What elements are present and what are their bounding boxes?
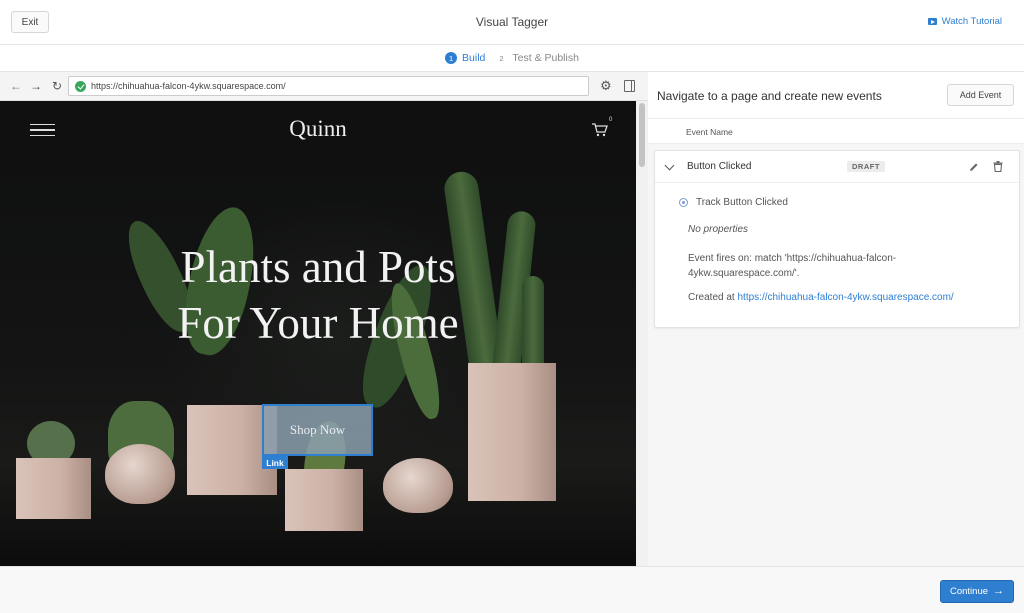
hamburger-menu-icon[interactable] — [30, 124, 55, 136]
event-fires-on-text: Event fires on: match 'https://chihuahua… — [688, 253, 897, 279]
continue-button[interactable]: Continue → — [940, 580, 1014, 603]
pencil-icon[interactable] — [969, 162, 979, 172]
secure-check-icon — [75, 80, 86, 92]
status-badge: DRAFT — [847, 161, 885, 172]
properties-text: No properties — [688, 224, 749, 235]
steps-bar: 1 Build 2 Test & Publish — [0, 45, 1024, 72]
watch-tutorial-label: Watch Tutorial — [941, 16, 1002, 27]
step-label: Build — [462, 52, 486, 64]
preview-scrollbar[interactable] — [636, 101, 648, 566]
scroll-thumb[interactable] — [639, 103, 645, 167]
cart-icon[interactable] — [591, 123, 608, 137]
exit-button[interactable]: Exit — [11, 11, 49, 33]
forward-arrow-icon[interactable]: → — [30, 79, 42, 93]
watch-tutorial-link[interactable]: Watch Tutorial — [927, 16, 1002, 27]
footer-bar: Continue → — [0, 566, 1024, 613]
top-bar: Exit Visual Tagger Watch Tutorial — [0, 0, 1024, 45]
reload-icon[interactable]: ↻ — [51, 79, 63, 93]
back-arrow-icon[interactable]: ← — [10, 79, 22, 93]
events-panel: Navigate to a page and create new events… — [648, 72, 1024, 566]
step-number: 2 — [499, 53, 504, 63]
video-icon — [927, 18, 937, 25]
track-label: Track Button Clicked — [696, 197, 788, 208]
add-event-button[interactable]: Add Event — [947, 84, 1014, 106]
app-title: Visual Tagger — [475, 15, 549, 29]
continue-label: Continue — [949, 586, 989, 597]
split-view-icon[interactable] — [624, 79, 635, 92]
gear-icon[interactable]: ⚙ — [600, 79, 613, 93]
arrow-right-icon: → — [993, 585, 1005, 597]
site-logo: Quinn — [289, 116, 347, 141]
created-at-text: Created at https://chihuahua-falcon-4ykw… — [688, 292, 954, 303]
chevron-down-icon[interactable] — [664, 160, 675, 171]
shop-now-button[interactable]: Shop Now — [262, 404, 373, 456]
events-column-header: Event Name — [648, 118, 1024, 144]
url-text: https://chihuahua-falcon-4ykw.squarespac… — [91, 81, 286, 91]
trash-icon[interactable] — [993, 161, 1003, 172]
card-divider — [655, 182, 1019, 183]
panel-header: Navigate to a page and create new events… — [648, 72, 1024, 118]
step-test-publish[interactable]: 2 Test & Publish — [495, 52, 579, 64]
event-name[interactable]: Button Clicked — [687, 161, 751, 172]
url-bar: ← → ↻ https://chihuahua-falcon-4ykw.squa… — [0, 72, 648, 101]
cart-count: 0 — [609, 117, 613, 123]
panel-title: Navigate to a page and create new events — [657, 89, 882, 103]
step-number: 1 — [445, 52, 458, 64]
site-preview: Quinn 0 Plants and Pots For Your Home Sh… — [0, 101, 636, 566]
element-type-tag: Link — [262, 456, 288, 469]
browser-preview: ← → ↻ https://chihuahua-falcon-4ykw.squa… — [0, 72, 648, 566]
target-icon — [679, 198, 688, 207]
url-input[interactable]: https://chihuahua-falcon-4ykw.squarespac… — [68, 76, 589, 96]
step-label: Test & Publish — [512, 52, 579, 64]
created-at-prefix: Created at — [688, 292, 738, 303]
step-build[interactable]: 1 Build — [445, 52, 485, 64]
event-card: Button Clicked DRAFT Track Button Clicke… — [654, 150, 1020, 328]
created-at-link[interactable]: https://chihuahua-falcon-4ykw.squarespac… — [737, 292, 953, 303]
event-name-column-label: Event Name — [686, 127, 733, 137]
